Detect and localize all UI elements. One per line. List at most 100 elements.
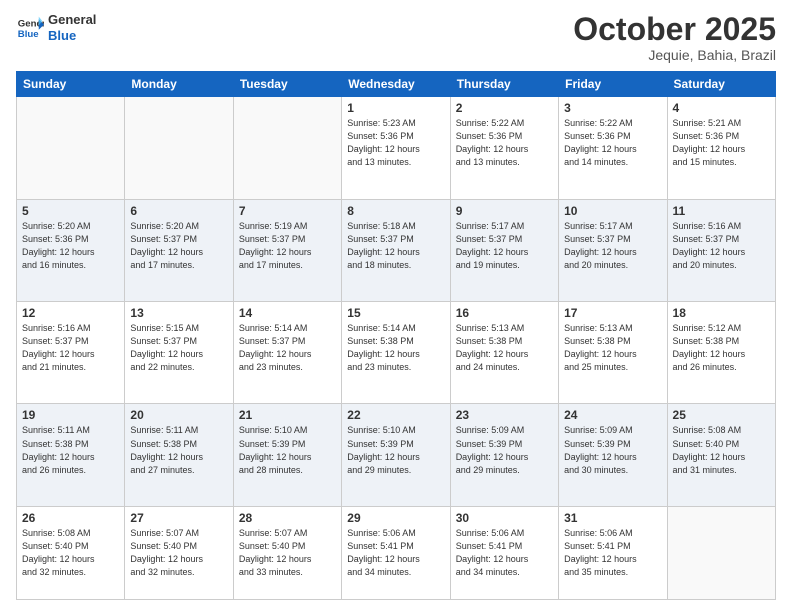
day-number: 1 xyxy=(347,101,444,115)
title-section: October 2025 Jequie, Bahia, Brazil xyxy=(573,12,776,63)
logo-text-blue: Blue xyxy=(48,28,96,44)
day-number: 5 xyxy=(22,204,119,218)
day-info: Sunrise: 5:15 AM Sunset: 5:37 PM Dayligh… xyxy=(130,322,227,374)
table-row: 12 Sunrise: 5:16 AM Sunset: 5:37 PM Dayli… xyxy=(17,302,125,404)
table-row: 2Sunrise: 5:22 AM Sunset: 5:36 PM Daylig… xyxy=(450,97,558,199)
day-number: 27 xyxy=(130,511,227,525)
table-row: 27 Sunrise: 5:07 AM Sunset: 5:40 PM Dayli… xyxy=(125,506,233,599)
day-info: Sunrise: 5:22 AM Sunset: 5:36 PM Dayligh… xyxy=(456,117,553,169)
day-info: Sunrise: 5:09 AM Sunset: 5:39 PM Dayligh… xyxy=(564,424,661,476)
header: General Blue General Blue October 2025 J… xyxy=(16,12,776,63)
calendar-week-row: 1Sunrise: 5:23 AM Sunset: 5:36 PM Daylig… xyxy=(17,97,776,199)
day-info: Sunrise: 5:12 AM Sunset: 5:38 PM Dayligh… xyxy=(673,322,770,374)
day-info: Sunrise: 5:18 AM Sunset: 5:37 PM Dayligh… xyxy=(347,220,444,272)
logo: General Blue General Blue xyxy=(16,12,96,43)
calendar-week-row: 19 Sunrise: 5:11 AM Sunset: 5:38 PM Dayli… xyxy=(17,404,776,506)
day-info: Sunrise: 5:13 AM Sunset: 5:38 PM Dayligh… xyxy=(456,322,553,374)
table-row: 22 Sunrise: 5:10 AM Sunset: 5:39 PM Dayli… xyxy=(342,404,450,506)
table-row: 14Sunrise: 5:14 AM Sunset: 5:37 PM Dayli… xyxy=(233,302,341,404)
col-sunday: Sunday xyxy=(17,72,125,97)
logo-icon: General Blue xyxy=(16,14,44,42)
day-info: Sunrise: 5:20 AM Sunset: 5:37 PM Dayligh… xyxy=(130,220,227,272)
table-row: 26Sunrise: 5:08 AM Sunset: 5:40 PM Dayli… xyxy=(17,506,125,599)
calendar-week-row: 26Sunrise: 5:08 AM Sunset: 5:40 PM Dayli… xyxy=(17,506,776,599)
day-number: 17 xyxy=(564,306,661,320)
day-number: 6 xyxy=(130,204,227,218)
day-info: Sunrise: 5:06 AM Sunset: 5:41 PM Dayligh… xyxy=(347,527,444,579)
day-info: Sunrise: 5:21 AM Sunset: 5:36 PM Dayligh… xyxy=(673,117,770,169)
table-row: 6 Sunrise: 5:20 AM Sunset: 5:37 PM Daylig… xyxy=(125,199,233,301)
day-number: 29 xyxy=(347,511,444,525)
calendar-week-row: 12 Sunrise: 5:16 AM Sunset: 5:37 PM Dayli… xyxy=(17,302,776,404)
table-row: 17 Sunrise: 5:13 AM Sunset: 5:38 PM Dayli… xyxy=(559,302,667,404)
day-info: Sunrise: 5:10 AM Sunset: 5:39 PM Dayligh… xyxy=(239,424,336,476)
day-info: Sunrise: 5:17 AM Sunset: 5:37 PM Dayligh… xyxy=(564,220,661,272)
day-number: 25 xyxy=(673,408,770,422)
day-number: 7 xyxy=(239,204,336,218)
day-info: Sunrise: 5:07 AM Sunset: 5:40 PM Dayligh… xyxy=(239,527,336,579)
table-row: 23Sunrise: 5:09 AM Sunset: 5:39 PM Dayli… xyxy=(450,404,558,506)
logo-text-general: General xyxy=(48,12,96,28)
day-info: Sunrise: 5:08 AM Sunset: 5:40 PM Dayligh… xyxy=(22,527,119,579)
table-row: 29 Sunrise: 5:06 AM Sunset: 5:41 PM Dayli… xyxy=(342,506,450,599)
calendar-table: Sunday Monday Tuesday Wednesday Thursday… xyxy=(16,71,776,600)
svg-text:Blue: Blue xyxy=(18,28,39,39)
day-number: 24 xyxy=(564,408,661,422)
table-row: 31Sunrise: 5:06 AM Sunset: 5:41 PM Dayli… xyxy=(559,506,667,599)
col-saturday: Saturday xyxy=(667,72,775,97)
day-number: 18 xyxy=(673,306,770,320)
day-info: Sunrise: 5:09 AM Sunset: 5:39 PM Dayligh… xyxy=(456,424,553,476)
day-info: Sunrise: 5:07 AM Sunset: 5:40 PM Dayligh… xyxy=(130,527,227,579)
table-row: 11Sunrise: 5:16 AM Sunset: 5:37 PM Dayli… xyxy=(667,199,775,301)
table-row: 3Sunrise: 5:22 AM Sunset: 5:36 PM Daylig… xyxy=(559,97,667,199)
day-number: 12 xyxy=(22,306,119,320)
day-number: 10 xyxy=(564,204,661,218)
table-row: 28 Sunrise: 5:07 AM Sunset: 5:40 PM Dayli… xyxy=(233,506,341,599)
day-info: Sunrise: 5:11 AM Sunset: 5:38 PM Dayligh… xyxy=(22,424,119,476)
day-info: Sunrise: 5:20 AM Sunset: 5:36 PM Dayligh… xyxy=(22,220,119,272)
col-wednesday: Wednesday xyxy=(342,72,450,97)
table-row: 9 Sunrise: 5:17 AM Sunset: 5:37 PM Daylig… xyxy=(450,199,558,301)
day-number: 20 xyxy=(130,408,227,422)
table-row xyxy=(233,97,341,199)
col-friday: Friday xyxy=(559,72,667,97)
table-row: 15 Sunrise: 5:14 AM Sunset: 5:38 PM Dayli… xyxy=(342,302,450,404)
day-info: Sunrise: 5:14 AM Sunset: 5:38 PM Dayligh… xyxy=(347,322,444,374)
table-row xyxy=(17,97,125,199)
table-row: 19 Sunrise: 5:11 AM Sunset: 5:38 PM Dayli… xyxy=(17,404,125,506)
table-row xyxy=(125,97,233,199)
table-row: 18 Sunrise: 5:12 AM Sunset: 5:38 PM Dayli… xyxy=(667,302,775,404)
day-number: 4 xyxy=(673,101,770,115)
day-info: Sunrise: 5:13 AM Sunset: 5:38 PM Dayligh… xyxy=(564,322,661,374)
table-row: 21Sunrise: 5:10 AM Sunset: 5:39 PM Dayli… xyxy=(233,404,341,506)
table-row: 16Sunrise: 5:13 AM Sunset: 5:38 PM Dayli… xyxy=(450,302,558,404)
day-number: 19 xyxy=(22,408,119,422)
location: Jequie, Bahia, Brazil xyxy=(573,47,776,63)
day-info: Sunrise: 5:17 AM Sunset: 5:37 PM Dayligh… xyxy=(456,220,553,272)
day-number: 28 xyxy=(239,511,336,525)
col-monday: Monday xyxy=(125,72,233,97)
col-tuesday: Tuesday xyxy=(233,72,341,97)
day-info: Sunrise: 5:08 AM Sunset: 5:40 PM Dayligh… xyxy=(673,424,770,476)
table-row: 24 Sunrise: 5:09 AM Sunset: 5:39 PM Dayli… xyxy=(559,404,667,506)
calendar-header-row: Sunday Monday Tuesday Wednesday Thursday… xyxy=(17,72,776,97)
table-row: 20 Sunrise: 5:11 AM Sunset: 5:38 PM Dayli… xyxy=(125,404,233,506)
table-row: 7Sunrise: 5:19 AM Sunset: 5:37 PM Daylig… xyxy=(233,199,341,301)
day-number: 15 xyxy=(347,306,444,320)
day-info: Sunrise: 5:14 AM Sunset: 5:37 PM Dayligh… xyxy=(239,322,336,374)
day-number: 9 xyxy=(456,204,553,218)
day-info: Sunrise: 5:22 AM Sunset: 5:36 PM Dayligh… xyxy=(564,117,661,169)
day-number: 22 xyxy=(347,408,444,422)
table-row: 5 Sunrise: 5:20 AM Sunset: 5:36 PM Daylig… xyxy=(17,199,125,301)
table-row: 8Sunrise: 5:18 AM Sunset: 5:37 PM Daylig… xyxy=(342,199,450,301)
day-info: Sunrise: 5:11 AM Sunset: 5:38 PM Dayligh… xyxy=(130,424,227,476)
page: General Blue General Blue October 2025 J… xyxy=(0,0,792,612)
table-row: 1Sunrise: 5:23 AM Sunset: 5:36 PM Daylig… xyxy=(342,97,450,199)
day-info: Sunrise: 5:16 AM Sunset: 5:37 PM Dayligh… xyxy=(22,322,119,374)
table-row: 13Sunrise: 5:15 AM Sunset: 5:37 PM Dayli… xyxy=(125,302,233,404)
day-info: Sunrise: 5:10 AM Sunset: 5:39 PM Dayligh… xyxy=(347,424,444,476)
table-row: 25 Sunrise: 5:08 AM Sunset: 5:40 PM Dayli… xyxy=(667,404,775,506)
table-row: 4 Sunrise: 5:21 AM Sunset: 5:36 PM Daylig… xyxy=(667,97,775,199)
day-info: Sunrise: 5:06 AM Sunset: 5:41 PM Dayligh… xyxy=(456,527,553,579)
calendar-week-row: 5 Sunrise: 5:20 AM Sunset: 5:36 PM Daylig… xyxy=(17,199,776,301)
